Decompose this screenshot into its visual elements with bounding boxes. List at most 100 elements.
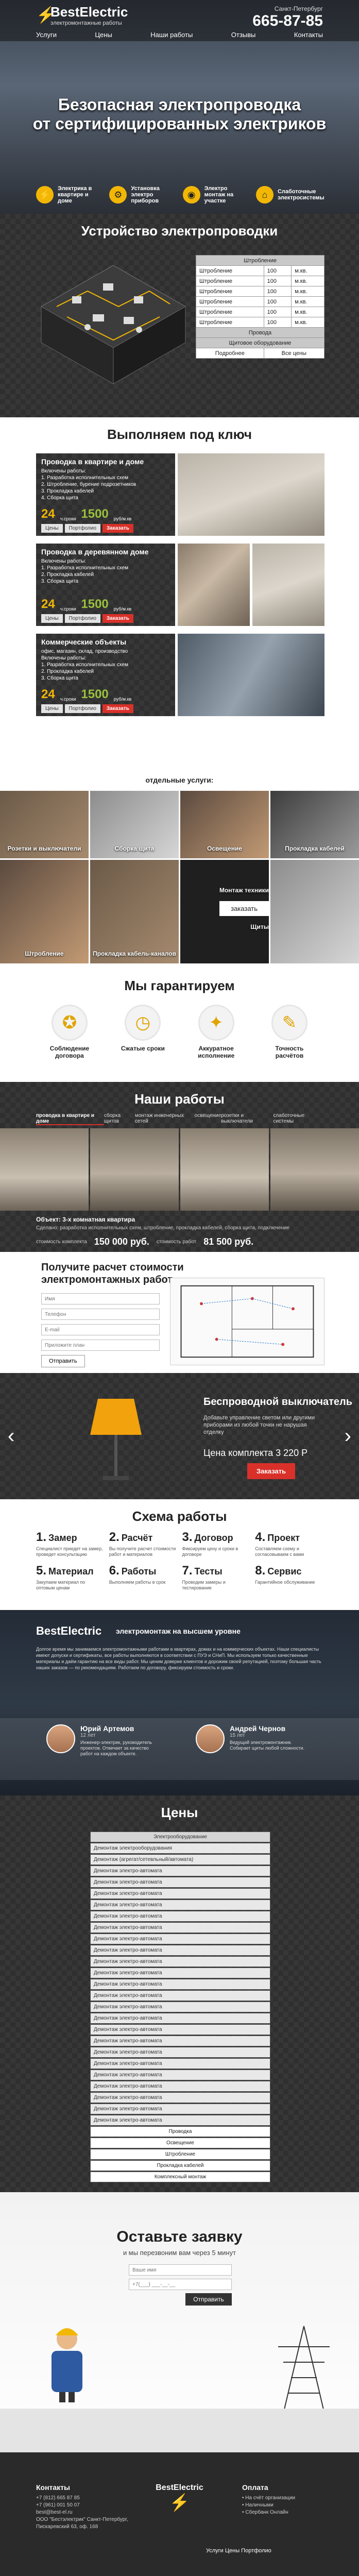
all-prices-link[interactable]: Все цены xyxy=(263,348,325,359)
tab-lighting[interactable]: освещение xyxy=(195,1113,221,1125)
portfolio-button[interactable]: Портфолио xyxy=(64,704,100,713)
price-category[interactable]: Освещение xyxy=(90,2138,270,2148)
price-row[interactable]: Демонтаж электро-автомата xyxy=(90,2036,270,2046)
price-row[interactable]: Демонтаж (агрегат/сетевльный/автомата) xyxy=(90,1854,270,1865)
next-arrow-icon[interactable]: › xyxy=(345,1425,351,1448)
section-title: отдельные услуги: xyxy=(145,776,214,784)
logo[interactable]: ⚡ BestElectric электромонтажные работы xyxy=(36,4,128,26)
service-tile[interactable] xyxy=(270,859,359,963)
price-category[interactable]: Прокладка кабелей xyxy=(90,2160,270,2171)
service-photo xyxy=(178,544,250,626)
portfolio-button[interactable]: Портфолио xyxy=(64,614,100,623)
order-wireless-button[interactable]: Заказать xyxy=(247,1463,296,1479)
phone-field[interactable] xyxy=(41,1309,160,1320)
object-prices: стоимость комплекта 150 000 руб. стоимос… xyxy=(36,1236,253,1247)
details-link[interactable]: Подробнее xyxy=(196,348,264,359)
phone-number[interactable]: 665-87-85 xyxy=(252,12,323,30)
price-label: стоимость комплекта xyxy=(36,1239,87,1245)
price-row[interactable]: Демонтаж электро-автомата xyxy=(90,1911,270,1922)
price-category[interactable]: Проводка xyxy=(90,2126,270,2137)
order-button[interactable]: Заказать xyxy=(102,614,133,623)
service-tile[interactable]: Штробление xyxy=(0,859,89,963)
prices-button[interactable]: Цены xyxy=(41,704,63,713)
send-button[interactable]: Отправить xyxy=(41,1355,85,1367)
send-button[interactable]: Отправить xyxy=(185,2293,232,2306)
service-tile[interactable]: Освещение xyxy=(180,791,269,858)
gallery-photo[interactable] xyxy=(0,1128,89,1211)
city-label: Санкт-Петербург xyxy=(274,5,323,12)
price-row[interactable]: Демонтаж электро-автомата xyxy=(90,2002,270,2012)
portfolio-button[interactable]: Портфолио xyxy=(64,524,100,533)
feature-item[interactable]: ⌂ Слаботочные электросистемы xyxy=(255,185,324,204)
price-row[interactable]: Демонтаж электрооборудования xyxy=(90,1843,270,1854)
service-line: 1. Разработка исполнительных схем xyxy=(41,662,129,668)
name-field[interactable] xyxy=(41,1293,160,1304)
price-list-header[interactable]: Электрооборудование xyxy=(90,1832,270,1842)
house-icon: ⌂ xyxy=(255,186,273,204)
prev-arrow-icon[interactable]: ‹ xyxy=(8,1425,14,1448)
price-row[interactable]: Демонтаж электро-автомата xyxy=(90,1934,270,1944)
order-service-button[interactable]: заказать xyxy=(219,901,269,916)
tab-apartment[interactable]: проводка в квартире и доме xyxy=(36,1113,105,1125)
tab-networks[interactable]: монтаж инженерных сетей xyxy=(135,1113,195,1125)
tab-sockets[interactable]: розетки и выключатели xyxy=(221,1113,273,1125)
price-row[interactable]: Демонтаж электро-автомата xyxy=(90,1956,270,1967)
service-tile-center: Монтаж техники заказать Щиты xyxy=(180,859,269,963)
prices-button[interactable]: Цены xyxy=(41,524,63,533)
price-row[interactable]: Демонтаж электро-автомата xyxy=(90,2104,270,2114)
step-number: 2. xyxy=(109,1530,119,1544)
nav-item-contacts[interactable]: Контакты xyxy=(294,29,323,41)
price-row[interactable]: Демонтаж электро-автомата xyxy=(90,2047,270,2058)
price-row[interactable]: Демонтаж электро-автомата xyxy=(90,1900,270,1910)
price-row[interactable]: Демонтаж электро-автомата xyxy=(90,2024,270,2035)
about-slogan: электромонтаж на высшем уровне xyxy=(116,1627,241,1635)
price-row[interactable]: Демонтаж электро-автомата xyxy=(90,1888,270,1899)
feature-item[interactable]: ◉ Электро монтаж на участке xyxy=(182,185,250,204)
plan-upload-field[interactable] xyxy=(41,1340,160,1351)
tab-panels[interactable]: сборка щитов xyxy=(104,1113,135,1125)
feature-text: Слаботочные электросистемы xyxy=(277,189,324,201)
nav-item-works[interactable]: Наши работы xyxy=(150,29,193,41)
price-row[interactable]: Демонтаж электро-автомата xyxy=(90,2092,270,2103)
center-tile-label: Монтаж техники xyxy=(219,886,269,894)
gallery-photo[interactable] xyxy=(180,1128,269,1211)
email-field[interactable] xyxy=(41,1324,160,1335)
step-desc: Фиксируем цену и сроки в договоре xyxy=(182,1546,238,1557)
service-tile[interactable]: Прокладка кабелей xyxy=(270,791,359,858)
member-name: Юрий Артемов xyxy=(80,1724,134,1733)
nav-item-reviews[interactable]: Отзывы xyxy=(231,29,256,41)
feature-item[interactable]: ⚡ Электрика в квартире и доме xyxy=(36,185,103,204)
order-button[interactable]: Заказать xyxy=(102,524,133,533)
step-name: Замер xyxy=(48,1533,77,1543)
name-field[interactable] xyxy=(129,2264,232,2276)
price-row[interactable]: Демонтаж электро-автомата xyxy=(90,1866,270,1876)
gallery-photo[interactable] xyxy=(270,1128,359,1211)
nav-item-prices[interactable]: Цены xyxy=(95,29,112,41)
price-row[interactable]: Демонтаж электро-автомата xyxy=(90,1990,270,2001)
price-category[interactable]: Комплексный монтаж xyxy=(90,2172,270,2182)
price-category[interactable]: Штробление xyxy=(90,2149,270,2160)
price-row[interactable]: Демонтаж электро-автомата xyxy=(90,1979,270,1990)
service-tile[interactable]: Розетки и выключатели xyxy=(0,791,89,858)
price-row[interactable]: Демонтаж электро-автомата xyxy=(90,1968,270,1978)
gallery-photo[interactable] xyxy=(90,1128,179,1211)
guarantee-text: Точность расчётов xyxy=(275,1045,304,1059)
service-tile[interactable]: Сборка щита xyxy=(90,791,179,858)
price-row[interactable]: Демонтаж электро-автомата xyxy=(90,2070,270,2080)
tab-low-current[interactable]: слаботочные системы xyxy=(273,1113,323,1125)
feature-item[interactable]: ⚙ Установка электро приборов xyxy=(109,185,176,204)
footer-nav[interactable]: Услуги Цены Портфолио xyxy=(206,2548,271,2554)
price-row[interactable]: Демонтаж электро-автомата xyxy=(90,2013,270,2024)
price-row[interactable]: Демонтаж электро-автомата xyxy=(90,2081,270,2092)
service-tile[interactable]: Прокладка кабель-каналов xyxy=(90,859,179,963)
prices-button[interactable]: Цены xyxy=(41,614,63,623)
price-row[interactable]: Демонтаж электро-автомата xyxy=(90,1922,270,1933)
price-row[interactable]: Демонтаж электро-автомата xyxy=(90,1945,270,1956)
medal-icon: ✪ xyxy=(52,1005,88,1041)
nav-item-services[interactable]: Услуги xyxy=(36,29,57,41)
price-row[interactable]: Демонтаж электро-автомата xyxy=(90,1877,270,1888)
order-button[interactable]: Заказать xyxy=(102,704,133,713)
price-row[interactable]: Демонтаж электро-автомата xyxy=(90,2115,270,2126)
price-row[interactable]: Демонтаж электро-автомата xyxy=(90,2058,270,2069)
phone-field[interactable] xyxy=(129,2279,232,2290)
